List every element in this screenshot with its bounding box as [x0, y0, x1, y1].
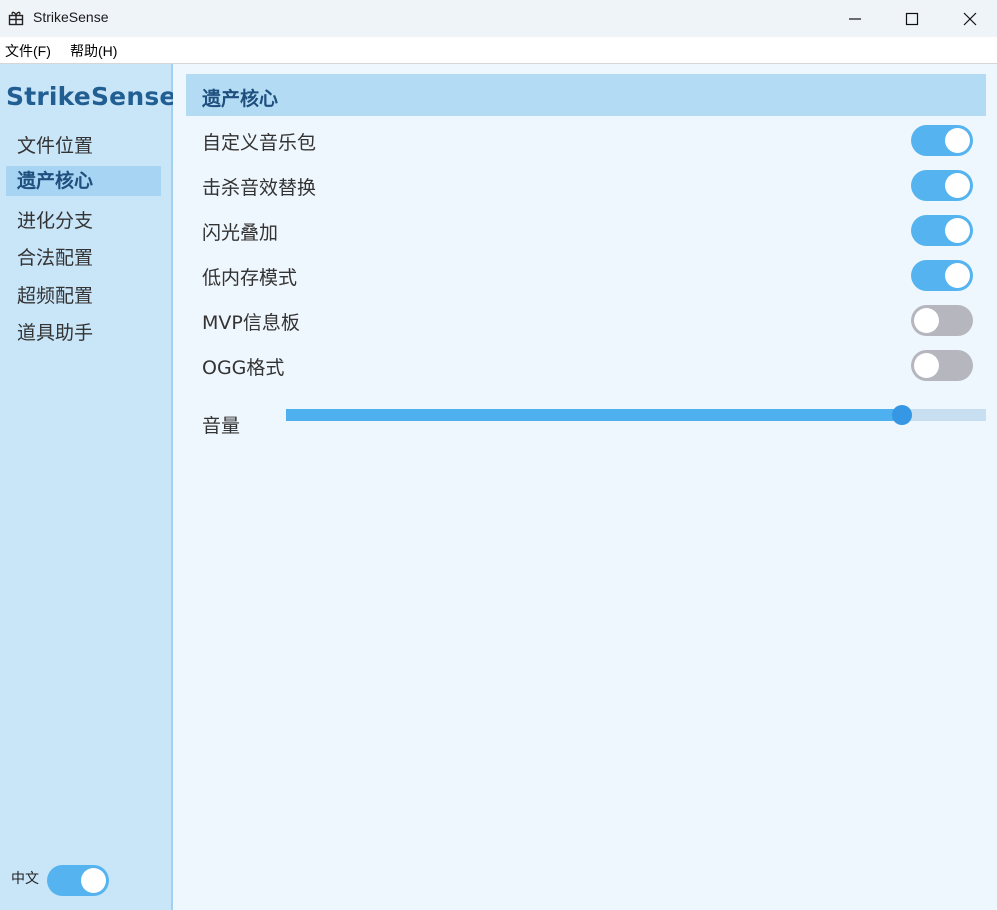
- setting-label-ogg-format: OGG格式: [202, 357, 285, 379]
- sidebar-item-legacy-core[interactable]: 遗产核心: [6, 166, 161, 196]
- toggle-knob: [81, 868, 106, 893]
- maximize-button[interactable]: [883, 0, 941, 37]
- window-title: StrikeSense: [33, 9, 109, 25]
- menu-bar: 文件(F) 帮助(H): [0, 37, 997, 64]
- main-panel: 遗产核心 自定义音乐包 击杀音效替换 闪光叠加 低内存模式 MVP信息板 OGG…: [173, 64, 997, 910]
- brand-title: StrikeSense: [6, 82, 177, 111]
- sidebar: StrikeSense 文件位置 遗产核心 进化分支 合法配置 超频配置 道具助…: [0, 64, 176, 910]
- toggle-knob: [914, 353, 939, 378]
- minimize-button[interactable]: [826, 0, 884, 37]
- title-bar: StrikeSense: [0, 0, 997, 37]
- flash-overlay-toggle[interactable]: [911, 215, 973, 246]
- toggle-knob: [945, 128, 970, 153]
- close-icon: [963, 12, 977, 26]
- section-header: 遗产核心: [186, 74, 986, 116]
- toggle-knob: [945, 173, 970, 198]
- section-title: 遗产核心: [202, 88, 279, 110]
- volume-slider[interactable]: [286, 405, 986, 425]
- sidebar-item-overclock-config[interactable]: 超频配置: [6, 281, 161, 311]
- volume-slider-fill: [286, 409, 902, 421]
- custom-music-toggle[interactable]: [911, 125, 973, 156]
- sidebar-item-legal-config[interactable]: 合法配置: [6, 243, 161, 273]
- setting-label-low-memory: 低内存模式: [202, 267, 298, 289]
- maximize-icon: [905, 12, 919, 26]
- toggle-knob: [945, 263, 970, 288]
- sidebar-item-item-helper[interactable]: 道具助手: [6, 318, 161, 348]
- volume-slider-thumb[interactable]: [892, 405, 912, 425]
- menu-help[interactable]: 帮助(H): [70, 41, 117, 61]
- ogg-format-toggle[interactable]: [911, 350, 973, 381]
- low-memory-toggle[interactable]: [911, 260, 973, 291]
- toggle-knob: [945, 218, 970, 243]
- close-button[interactable]: [941, 0, 997, 37]
- setting-label-custom-music: 自定义音乐包: [202, 132, 317, 154]
- gift-icon: [8, 11, 24, 26]
- setting-label-flash-overlay: 闪光叠加: [202, 222, 279, 244]
- language-toggle[interactable]: [47, 865, 109, 896]
- menu-file[interactable]: 文件(F): [5, 41, 51, 61]
- mvp-board-toggle[interactable]: [911, 305, 973, 336]
- volume-label: 音量: [202, 415, 241, 437]
- minimize-icon: [849, 18, 861, 20]
- setting-label-kill-sound: 击杀音效替换: [202, 177, 317, 199]
- kill-sound-toggle[interactable]: [911, 170, 973, 201]
- sidebar-item-file-location[interactable]: 文件位置: [6, 131, 161, 161]
- setting-label-mvp-board: MVP信息板: [202, 312, 300, 334]
- language-label: 中文: [11, 871, 39, 887]
- toggle-knob: [914, 308, 939, 333]
- sidebar-item-evolution-branch[interactable]: 进化分支: [6, 206, 161, 236]
